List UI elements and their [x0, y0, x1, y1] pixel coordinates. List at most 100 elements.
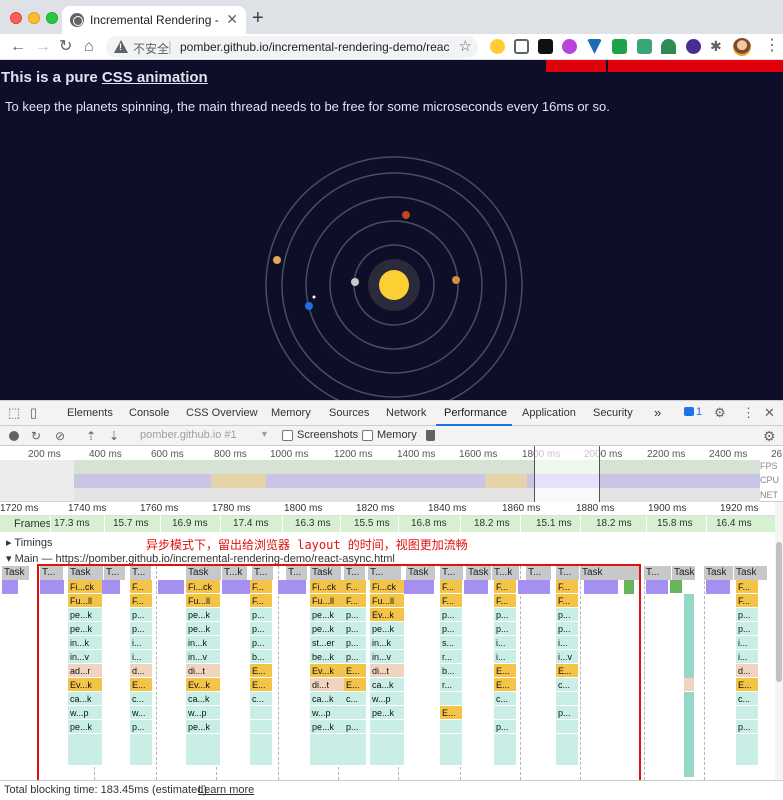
css-animation-link[interactable]: CSS animation	[102, 69, 208, 86]
reload-record-icon[interactable]: ↻	[31, 429, 41, 443]
tab-memory[interactable]: Memory	[271, 407, 311, 419]
frame-duration[interactable]: 15.5 ms	[354, 518, 390, 529]
frame-duration[interactable]: 15.1 ms	[536, 518, 572, 529]
kebab-menu-icon[interactable]: ⋮	[742, 406, 755, 420]
tab-elements[interactable]: Elements	[67, 407, 113, 419]
learn-more-link[interactable]: Learn more	[198, 784, 254, 796]
device-toolbar-icon[interactable]: ▯	[30, 406, 37, 420]
security-label[interactable]: 不安全	[133, 40, 169, 57]
flame-scrollbar[interactable]	[775, 502, 783, 780]
screenshots-checkbox[interactable]	[282, 430, 293, 441]
flame-cell[interactable]: i...	[736, 650, 758, 664]
flame-cell[interactable]: i...	[736, 636, 758, 650]
extension-pocket-icon[interactable]	[514, 39, 529, 54]
frame-duration[interactable]: 17.4 ms	[233, 518, 269, 529]
url-text[interactable]: pomber.github.io/incremental-rendering-d…	[180, 40, 450, 54]
flame-cell[interactable]: p...	[736, 720, 758, 734]
frame-duration[interactable]: 18.2 ms	[474, 518, 510, 529]
frame-duration[interactable]: 18.2 ms	[596, 518, 632, 529]
frame-duration[interactable]: 16.8 ms	[411, 518, 447, 529]
tab-console[interactable]: Console	[129, 407, 169, 419]
profile-avatar[interactable]	[733, 38, 751, 56]
timings-label[interactable]: ▸ Timings	[6, 536, 53, 549]
memory-checkbox[interactable]	[362, 430, 373, 441]
tab-sources[interactable]: Sources	[329, 407, 369, 419]
inspect-element-icon[interactable]: ⬚	[8, 406, 20, 420]
browser-menu-icon[interactable]: ⋮	[764, 37, 780, 55]
tab-security[interactable]: Security	[593, 407, 633, 419]
issues-count[interactable]: 1	[696, 406, 702, 418]
overview-tick: 200 ms	[28, 449, 61, 460]
extension-emoji-icon[interactable]	[490, 39, 505, 54]
task-bar[interactable]: Task	[2, 566, 30, 580]
scroll-thumb[interactable]	[776, 542, 782, 682]
chevron-down-icon[interactable]: ▼	[260, 429, 269, 439]
tab-application[interactable]: Application	[522, 407, 576, 419]
planet-venus	[452, 276, 460, 284]
frame-duration[interactable]: 16.3 ms	[295, 518, 331, 529]
reload-icon[interactable]: ↻	[59, 37, 72, 57]
frame-duration[interactable]: 15.7 ms	[113, 518, 149, 529]
ruler-tick: 1720 ms	[0, 503, 39, 514]
event-bar[interactable]	[706, 580, 730, 594]
close-window-button[interactable]	[10, 12, 22, 24]
record-icon[interactable]	[9, 431, 19, 441]
close-devtools-icon[interactable]: ✕	[764, 406, 775, 420]
puzzle-icon[interactable]: ✱	[710, 39, 725, 54]
profile-select[interactable]: pomber.github.io #1	[140, 429, 237, 441]
flame-cell[interactable]: c...	[736, 692, 758, 706]
more-tabs-button[interactable]: »	[654, 405, 661, 420]
flame-cell[interactable]: F...	[736, 580, 758, 594]
task-bar[interactable]: Task	[672, 566, 696, 580]
task-bar[interactable]: Task	[704, 566, 734, 580]
bookmark-star-icon[interactable]: ☆	[459, 37, 472, 55]
extension-shield-icon[interactable]	[612, 39, 627, 54]
close-tab-icon[interactable]: ✕	[226, 11, 238, 28]
clear-icon[interactable]: ⊘	[55, 429, 65, 443]
extension-badge-icon[interactable]	[686, 39, 701, 54]
extension-tree-icon[interactable]	[661, 39, 676, 54]
flame-cell[interactable]	[736, 706, 758, 720]
extension-s-icon[interactable]	[637, 39, 652, 54]
upload-icon[interactable]: ⇡	[86, 429, 96, 443]
tab-css-overview[interactable]: CSS Overview	[186, 407, 258, 419]
frame-duration[interactable]: 16.9 ms	[172, 518, 208, 529]
minimize-window-button[interactable]	[28, 12, 40, 24]
flame-cell[interactable]: p...	[736, 608, 758, 622]
frame-duration[interactable]: 15.8 ms	[657, 518, 693, 529]
ruler-tick: 1800 ms	[284, 503, 323, 514]
frame-duration[interactable]: 16.4 ms	[716, 518, 752, 529]
extension-square-icon[interactable]	[538, 39, 553, 54]
extension-vue-icon[interactable]	[587, 39, 602, 54]
task-bar[interactable]: T...	[644, 566, 672, 580]
frames-track[interactable]: Frames 17.3 ms 15.7 ms 16.9 ms 17.4 ms 1…	[0, 516, 775, 532]
trash-icon[interactable]	[426, 430, 435, 441]
address-bar[interactable]: 不安全 | pomber.github.io/incremental-rende…	[106, 36, 478, 58]
issues-icon[interactable]	[684, 407, 694, 416]
home-icon[interactable]: ⌂	[84, 37, 94, 57]
forward-icon[interactable]: →	[35, 37, 51, 57]
capture-settings-icon[interactable]: ⚙	[763, 428, 776, 445]
timeline-overview[interactable]: 200 ms 400 ms 600 ms 800 ms 1000 ms 1200…	[0, 446, 783, 502]
back-icon[interactable]: ←	[10, 37, 26, 57]
event-bar[interactable]	[2, 580, 18, 594]
ruler-tick: 1860 ms	[502, 503, 541, 514]
zoom-window-button[interactable]	[46, 12, 58, 24]
extension-purple-icon[interactable]	[562, 39, 577, 54]
frame-duration[interactable]: 17.3 ms	[54, 518, 90, 529]
task-bar[interactable]: Task	[734, 566, 768, 580]
flame-cell[interactable]: d...	[736, 664, 758, 678]
flame-cell[interactable]: E...	[736, 678, 758, 692]
flame-cell[interactable]: F...	[736, 594, 758, 608]
tab-performance[interactable]: Performance	[444, 407, 507, 419]
event-bar[interactable]	[646, 580, 668, 594]
tab-network[interactable]: Network	[386, 407, 426, 419]
flame-cell[interactable]: p...	[736, 622, 758, 636]
time-ruler: 1720 ms 1740 ms 1760 ms 1780 ms 1800 ms …	[0, 502, 775, 516]
overview-selection-window[interactable]	[534, 446, 600, 502]
browser-tab[interactable]: Incremental Rendering - React ✕	[62, 6, 246, 34]
download-icon[interactable]: ⇣	[109, 429, 119, 443]
ruler-tick: 1820 ms	[356, 503, 395, 514]
gear-icon[interactable]: ⚙	[714, 406, 726, 420]
new-tab-button[interactable]: +	[252, 8, 264, 28]
